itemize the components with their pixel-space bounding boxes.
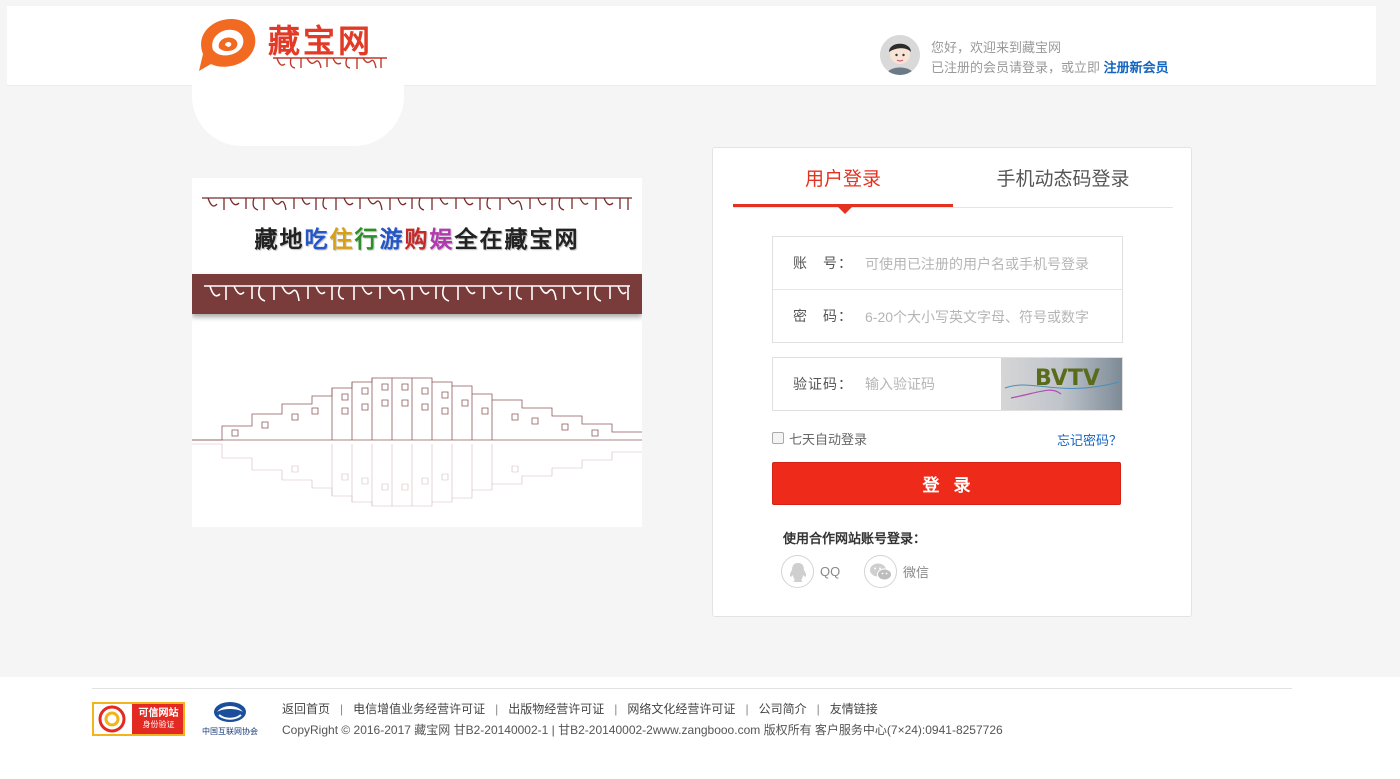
isc-label: 中国互联网协会 xyxy=(202,727,258,736)
register-prompt-text: 已注册的会员请登录，或立即 xyxy=(931,60,1101,75)
slogan-char: 购 xyxy=(404,226,430,253)
login-tabs: 用户登录 手机动态码登录 xyxy=(733,148,1173,214)
wechat-label: 微信 xyxy=(903,565,930,580)
footer-separator: | xyxy=(340,702,344,716)
trust-badge-sub: 身份验证 xyxy=(142,720,175,729)
wechat-icon xyxy=(864,555,897,588)
wechat-login[interactable]: 微信 xyxy=(864,555,929,588)
palace-illustration xyxy=(192,377,642,507)
password-row: 密 码： xyxy=(773,290,1122,343)
slogan-char: 宝 xyxy=(529,226,555,253)
isc-badge[interactable]: 中国互联网协会 xyxy=(195,700,265,738)
footer-link-telecom-license[interactable]: 电信增值业务经营许可证 xyxy=(353,702,485,716)
slogan-char: 藏 xyxy=(254,226,280,253)
register-prompt: 已注册的会员请登录，或立即 注册新会员 xyxy=(931,57,1169,76)
slogan-char: 全 xyxy=(454,226,480,253)
slogan-char: 地 xyxy=(279,226,305,253)
footer-divider xyxy=(92,688,1292,689)
avatar-face-icon xyxy=(880,35,920,75)
account-input[interactable] xyxy=(865,251,1105,277)
footer-link-about[interactable]: 公司简介 xyxy=(759,702,807,716)
remember-checkbox[interactable] xyxy=(772,432,784,444)
login-button[interactable]: 登录 xyxy=(772,462,1121,505)
logo-tibetan-script xyxy=(273,57,387,69)
footer-link-publication-license[interactable]: 出版物经营许可证 xyxy=(508,702,604,716)
footer-links: 返回首页 | 电信增值业务经营许可证 | 出版物经营许可证 | 网络文化经营许可证 | 公司简介… xyxy=(282,700,878,717)
banner-slogan: 藏地吃住行游购娱全在藏宝网 xyxy=(192,220,642,254)
remember-me[interactable]: 七天自动登录 xyxy=(772,429,867,447)
avatar xyxy=(880,35,920,75)
trust-badge-text: 可信网站 身份验证 xyxy=(132,704,183,734)
banner-bar-script xyxy=(204,285,630,302)
slogan-char: 吃 xyxy=(304,226,330,253)
slogan-char: 住 xyxy=(329,226,355,253)
qq-login[interactable]: QQ xyxy=(781,555,840,588)
footer-link-home[interactable]: 返回首页 xyxy=(282,702,330,716)
slogan-char: 娱 xyxy=(429,226,455,253)
account-row: 账 号： xyxy=(773,237,1122,290)
footer-separator: | xyxy=(816,702,820,716)
captcha-image[interactable]: BVTV xyxy=(1001,358,1122,410)
qq-icon xyxy=(781,555,814,588)
captcha-noise: BVTV xyxy=(1004,366,1120,399)
footer-link-friends[interactable]: 友情链接 xyxy=(830,702,878,716)
slogan-char: 藏 xyxy=(504,226,530,253)
tab-user-login[interactable]: 用户登录 xyxy=(733,148,953,207)
login-panel: 用户登录 手机动态码登录 账 号： 密 码： 验证码： BVTV 七天自动登录 … xyxy=(712,147,1192,617)
trust-badge-icon xyxy=(98,705,126,733)
slogan-char: 网 xyxy=(554,226,580,253)
banner-tibetan-script xyxy=(202,197,632,211)
captcha-label: 验证码： xyxy=(793,376,853,392)
isc-logo-icon xyxy=(214,702,246,722)
banner-tibetan-bar xyxy=(192,274,642,314)
footer-link-culture-license[interactable]: 网络文化经营许可证 xyxy=(627,702,735,716)
remember-label: 七天自动登录 xyxy=(789,431,868,447)
password-input[interactable] xyxy=(865,304,1105,330)
captcha-row: 验证码： BVTV xyxy=(772,357,1123,411)
trusted-site-badge[interactable]: 可信网站 身份验证 xyxy=(92,702,185,736)
partner-login-title: 使用合作网站账号登录： xyxy=(783,531,927,546)
captcha-text: BVTV xyxy=(1035,366,1100,391)
footer-separator: | xyxy=(745,702,749,716)
footer-separator: | xyxy=(614,702,618,716)
active-tab-indicator xyxy=(838,207,852,214)
slogan-char: 在 xyxy=(479,226,505,253)
password-label: 密 码： xyxy=(793,308,853,324)
footer-separator: | xyxy=(495,702,499,716)
promo-banner: 藏地吃住行游购娱全在藏宝网 xyxy=(192,178,642,527)
register-link[interactable]: 注册新会员 xyxy=(1104,60,1169,75)
slogan-char: 游 xyxy=(379,226,405,253)
logo-swirl-icon xyxy=(199,18,256,71)
trust-badge-title: 可信网站 xyxy=(138,708,179,719)
qq-label: QQ xyxy=(820,564,841,579)
forgot-password-link[interactable]: 忘记密码？ xyxy=(1057,430,1122,449)
greeting-text: 您好，欢迎来到藏宝网 xyxy=(931,40,1062,55)
captcha-input[interactable] xyxy=(865,371,995,397)
credentials-box: 账 号： 密 码： xyxy=(772,236,1123,343)
tab-sms-login[interactable]: 手机动态码登录 xyxy=(953,148,1173,207)
footer-copyright: CopyRight © 2016-2017 藏宝网 甘B2-20140002-1… xyxy=(282,723,1003,737)
account-label: 账 号： xyxy=(793,255,853,271)
slogan-char: 行 xyxy=(354,226,380,253)
user-greeting: 您好，欢迎来到藏宝网 已注册的会员请登录，或立即 注册新会员 xyxy=(880,34,1200,78)
site-logo[interactable]: 藏宝网 xyxy=(195,14,395,74)
